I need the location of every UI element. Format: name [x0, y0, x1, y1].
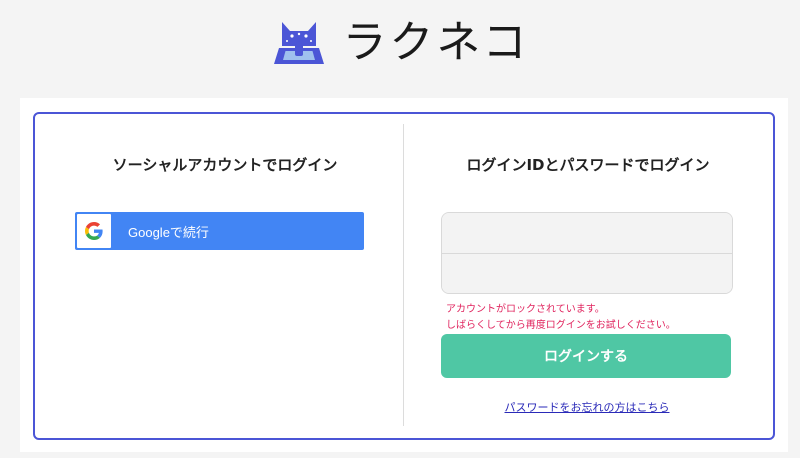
- brand-name: ラクネコ: [342, 17, 530, 68]
- forgot-password-link[interactable]: パスワードをお忘れの方はこちら: [441, 399, 733, 415]
- google-g-icon: [85, 222, 103, 240]
- header: ラクネコ: [0, 0, 800, 86]
- credential-login-title: ログインIDとパスワードでログイン: [466, 156, 710, 174]
- login-button[interactable]: ログインする: [441, 334, 731, 378]
- error-message: アカウントがロックされています。 しばらくしてから再度ログインをお試しください。: [446, 302, 746, 334]
- cat-laptop-icon: [274, 22, 325, 64]
- column-divider: [403, 124, 404, 426]
- login-page: ラクネコ ソーシャルアカウントでログイン Googleで続行 ログインIDとパス…: [0, 0, 800, 458]
- credential-inputs: [441, 212, 733, 294]
- google-continue-button[interactable]: Googleで続行: [75, 212, 364, 250]
- logo: ラクネコ: [270, 20, 529, 66]
- social-login-title: ソーシャルアカウントでログイン: [112, 156, 338, 174]
- error-line-1: アカウントがロックされています。: [446, 304, 605, 315]
- google-button-label: Googleで続行: [128, 224, 209, 240]
- google-icon-box: [77, 214, 111, 248]
- login-id-input[interactable]: [442, 213, 732, 253]
- password-input[interactable]: [442, 253, 732, 293]
- error-line-2: しばらくしてから再度ログインをお試しください。: [446, 320, 676, 331]
